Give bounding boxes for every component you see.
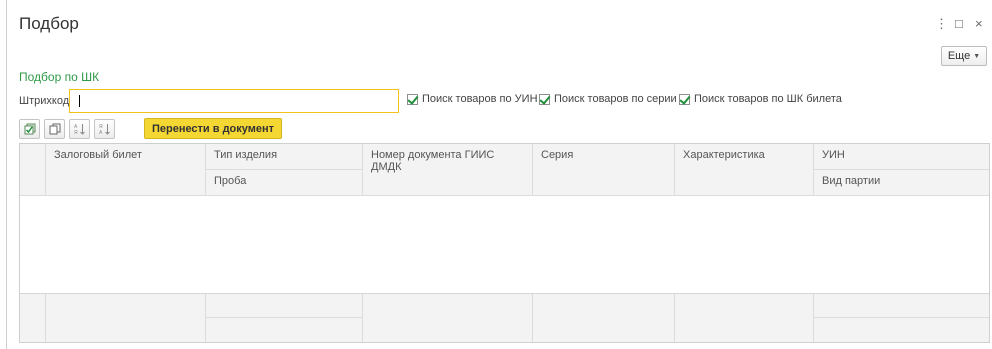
checkbox-checked-icon[interactable] bbox=[407, 93, 418, 105]
column-header-batch-type[interactable]: Вид партии bbox=[814, 170, 989, 196]
copy-button[interactable] bbox=[44, 119, 65, 139]
window-title: Подбор bbox=[19, 14, 79, 33]
table-body[interactable] bbox=[20, 196, 989, 294]
table-footer-cell bbox=[814, 318, 989, 342]
more-button-label: Еще bbox=[947, 50, 971, 62]
close-icon[interactable]: × bbox=[975, 16, 983, 31]
section-title: Подбор по ШК bbox=[19, 70, 100, 84]
maximize-icon[interactable]: □ bbox=[955, 16, 963, 31]
table-footer-cell bbox=[814, 294, 989, 318]
checkbox-label: Поиск товаров по серии bbox=[554, 93, 677, 105]
table-footer-cell bbox=[46, 294, 206, 342]
checkbox-search-ticket-barcode[interactable]: Поиск товаров по ШК билета bbox=[679, 93, 842, 105]
column-header-assay[interactable]: Проба bbox=[206, 170, 363, 196]
table-footer-cell bbox=[206, 294, 363, 318]
column-header-series[interactable]: Серия bbox=[533, 144, 675, 196]
sort-descending-icon: Я A bbox=[99, 124, 110, 135]
table-footer-cell bbox=[20, 294, 46, 342]
table-footer-cell bbox=[675, 294, 814, 342]
check-all-icon bbox=[24, 123, 35, 135]
copy-icon bbox=[49, 123, 60, 135]
barcode-input[interactable] bbox=[69, 89, 399, 113]
checkbox-label: Поиск товаров по ШК билета bbox=[694, 93, 842, 105]
sort-ascending-button[interactable]: A Я bbox=[69, 119, 90, 139]
table-footer-cell bbox=[363, 294, 533, 342]
svg-text:Я: Я bbox=[74, 130, 78, 135]
column-header-characteristic[interactable]: Характеристика bbox=[675, 144, 814, 196]
table-footer-cell bbox=[206, 318, 363, 342]
table-footer-cell bbox=[533, 294, 675, 342]
selection-table[interactable]: Залоговый билет Тип изделия Номер докуме… bbox=[19, 143, 990, 343]
transfer-to-document-button[interactable]: Перенести в документ bbox=[144, 118, 282, 139]
column-header-uin[interactable]: УИН bbox=[814, 144, 989, 170]
checkbox-checked-icon[interactable] bbox=[679, 93, 690, 105]
checkbox-label: Поиск товаров по УИН bbox=[422, 93, 538, 105]
checkbox-checked-icon[interactable] bbox=[539, 93, 550, 105]
selection-window: Подбор ⋮ □ × Еще ▼ Подбор по ШК Штрихкод… bbox=[6, 0, 992, 349]
barcode-label: Штрихкод: bbox=[19, 95, 73, 107]
more-button[interactable]: Еще ▼ bbox=[941, 46, 987, 66]
column-header-document-number[interactable]: Номер документа ГИИС ДМДК bbox=[363, 144, 533, 196]
checkbox-search-uin[interactable]: Поиск товаров по УИН bbox=[407, 93, 538, 105]
more-vertical-icon[interactable]: ⋮ bbox=[935, 16, 948, 32]
check-all-button[interactable] bbox=[19, 119, 40, 139]
text-caret bbox=[79, 95, 80, 107]
chevron-down-icon: ▼ bbox=[973, 52, 981, 60]
sort-ascending-icon: A Я bbox=[74, 124, 85, 135]
checkbox-search-series[interactable]: Поиск товаров по серии bbox=[539, 93, 677, 105]
column-header-pledge-ticket[interactable]: Залоговый билет bbox=[46, 144, 206, 196]
column-header-product-type[interactable]: Тип изделия bbox=[206, 144, 363, 170]
svg-text:A: A bbox=[99, 130, 103, 135]
row-marker-header bbox=[20, 144, 46, 196]
sort-descending-button[interactable]: Я A bbox=[94, 119, 115, 139]
